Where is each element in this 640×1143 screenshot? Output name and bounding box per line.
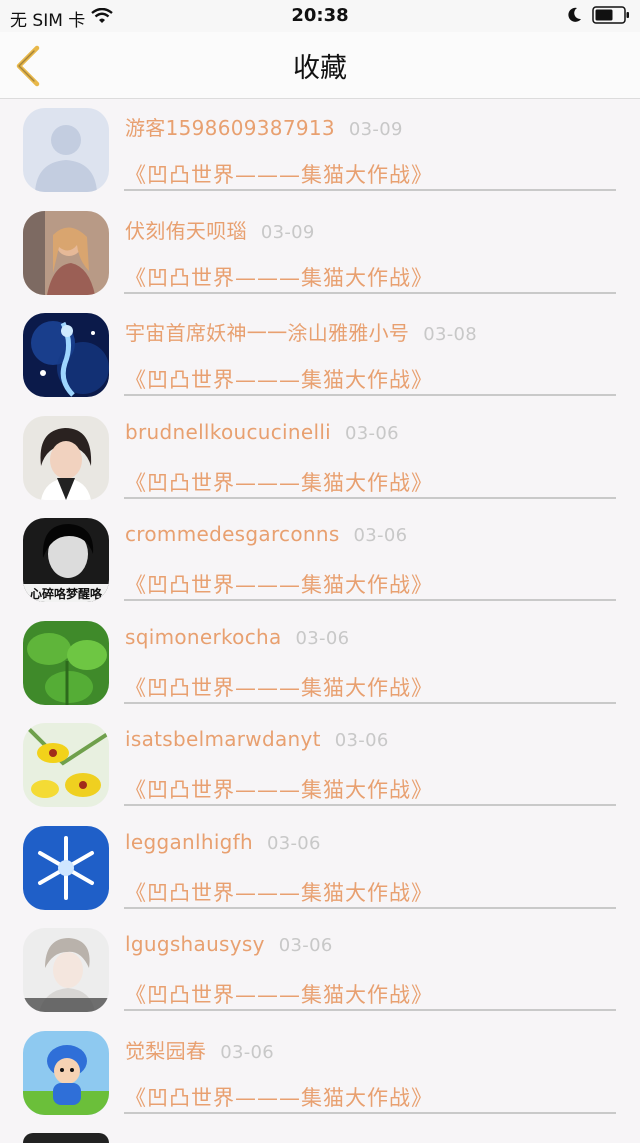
date: 03-06 (334, 730, 389, 751)
date: 03-06 (278, 935, 333, 956)
user-name-text: 宇宙首席妖神一一涂山雅雅小号 (125, 321, 410, 345)
user-name: 觉梨园春 03-06 (125, 1035, 274, 1064)
user-name-text: 游客1598609387913 (125, 116, 335, 140)
list-item[interactable]: 宇宙首席妖神一一涂山雅雅小号 03-08 《凹凸世界———集猫大作战》 (0, 304, 640, 407)
user-name: sqimonerkocha 03-06 (125, 625, 349, 649)
divider (124, 394, 616, 396)
battery-icon (592, 6, 630, 29)
user-name-text: lgugshausysy (125, 932, 265, 956)
divider (124, 701, 616, 704)
user-name-text: 觉梨园春 (125, 1038, 207, 1063)
user-name: crommedesgarconns 03-06 (125, 522, 407, 546)
user-name-text: sqimonerkocha (125, 624, 282, 649)
work-title: 《凹凸世界———集猫大作战》 (125, 265, 433, 290)
list-item[interactable]: 伏刻侑天呗瑙 03-09 《凹凸世界———集猫大作战》 (0, 202, 640, 305)
status-bar: 无 SIM 卡 20:38 (0, 0, 640, 32)
navigation-bar: 收藏 (0, 32, 640, 99)
girl-smile-avatar[interactable] (23, 415, 109, 500)
work-title: 《凹凸世界———集猫大作战》 (125, 778, 433, 802)
user-name: 游客1598609387913 03-09 (125, 112, 403, 141)
work-title: 《凹凸世界———集猫大作战》 (125, 368, 433, 392)
green-clover-avatar[interactable] (23, 620, 109, 705)
list-item[interactable]: legganlhigfh 03-06 《凹凸世界———集猫大作战》 (0, 817, 640, 920)
list-item[interactable]: isatsbelmarwdanyt 03-06 《凹凸世界———集猫大作战》 (0, 714, 640, 817)
status-right (568, 6, 630, 29)
snowflake-avatar[interactable] (23, 825, 109, 910)
divider (124, 496, 616, 499)
date: 03-06 (295, 627, 350, 649)
list-item[interactable]: 觉梨园春 03-06 《凹凸世界———集猫大作战》 (0, 1022, 640, 1125)
work-title: 《凹凸世界———集猫大作战》 (125, 163, 433, 187)
work-title: 《凹凸世界———集猫大作战》 (125, 675, 433, 700)
status-time: 20:38 (291, 5, 349, 26)
divider (124, 804, 616, 806)
date: 03-09 (348, 119, 403, 140)
next-item-avatar-partial (23, 1133, 109, 1143)
avatar-caption: 心碎咯梦醒咯 (30, 586, 103, 601)
divider (124, 291, 616, 294)
work-title: 《凹凸世界———集猫大作战》 (125, 1085, 433, 1110)
blue-fairy-avatar[interactable] (23, 313, 109, 397)
list-item[interactable]: sqimonerkocha 03-06 《凹凸世界———集猫大作战》 (0, 612, 640, 715)
bw-girl-avatar[interactable]: 心碎咯梦醒咯 (23, 518, 109, 602)
work-title: 《凹凸世界———集猫大作战》 (125, 880, 433, 905)
favorites-list: 游客1598609387913 03-09 《凹凸世界———集猫大作战》 伏刻侑天… (0, 99, 640, 1124)
user-name: brudnellkoucucinelli 03-06 (125, 420, 399, 444)
pale-boy-avatar[interactable] (23, 928, 109, 1012)
date: 03-06 (267, 832, 321, 854)
work-title: 《凹凸世界———集猫大作战》 (125, 573, 433, 597)
date: 03-06 (353, 525, 408, 546)
default-user-avatar[interactable] (23, 108, 109, 192)
work-title: 《凹凸世界———集猫大作战》 (125, 470, 433, 495)
list-item[interactable]: 心碎咯梦醒咯 crommedesgarconns 03-06 《凹凸世界———集猫… (0, 509, 640, 612)
user-name-text: 伏刻侑天呗瑙 (125, 218, 247, 243)
date: 03-09 (260, 221, 315, 243)
divider (124, 1111, 616, 1114)
user-name: 宇宙首席妖神一一涂山雅雅小号 03-08 (125, 317, 477, 346)
divider (124, 906, 616, 909)
divider (124, 189, 616, 191)
date: 03-08 (423, 324, 478, 345)
yellow-orchid-avatar[interactable] (23, 723, 109, 807)
user-name-text: isatsbelmarwdanyt (125, 727, 321, 751)
work-title: 《凹凸世界———集猫大作战》 (125, 983, 433, 1007)
user-name: 伏刻侑天呗瑙 03-09 (125, 215, 315, 244)
divider (124, 1009, 616, 1011)
user-name-text: legganlhigfh (125, 829, 253, 854)
user-name-text: crommedesgarconns (125, 522, 340, 546)
user-name: isatsbelmarwdanyt 03-06 (125, 727, 389, 751)
page-title: 收藏 (293, 53, 347, 84)
divider (124, 599, 616, 601)
user-name-text: brudnellkoucucinelli (125, 419, 332, 444)
date: 03-06 (345, 422, 399, 444)
girl-photo-avatar[interactable] (23, 210, 109, 295)
list-item[interactable]: lgugshausysy 03-06 《凹凸世界———集猫大作战》 (0, 919, 640, 1022)
moon-icon (568, 7, 582, 28)
list-item[interactable]: brudnellkoucucinelli 03-06 《凹凸世界———集猫大作战》 (0, 407, 640, 510)
blue-doll-avatar[interactable] (23, 1030, 109, 1115)
date: 03-06 (220, 1041, 275, 1063)
user-name: lgugshausysy 03-06 (125, 932, 333, 956)
user-name: legganlhigfh 03-06 (125, 830, 321, 854)
list-item[interactable]: 游客1598609387913 03-09 《凹凸世界———集猫大作战》 (0, 99, 640, 202)
